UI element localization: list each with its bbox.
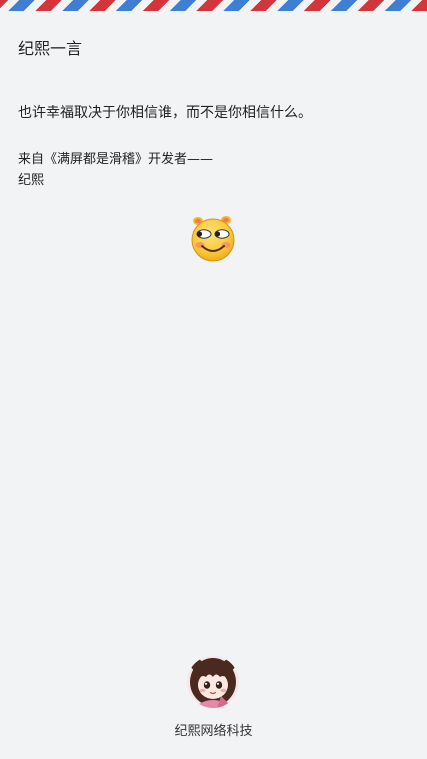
smile-emoji-icon — [189, 213, 237, 263]
page-title: 纪熙一言 — [18, 39, 83, 58]
company-avatar[interactable] — [187, 656, 239, 708]
quote-source-line: 来自《满屏都是滑稽》开发者—— — [18, 152, 214, 167]
quote-text: 也许幸福取决于你相信谁，而不是你相信什么。 — [18, 105, 312, 121]
airmail-stripe-border — [0, 0, 427, 11]
company-name: 纪熙网络科技 — [174, 724, 253, 739]
quote-source: 来自《满屏都是滑稽》开发者—— 纪熙 — [18, 149, 228, 191]
quote-source-author: 纪熙 — [18, 173, 45, 188]
